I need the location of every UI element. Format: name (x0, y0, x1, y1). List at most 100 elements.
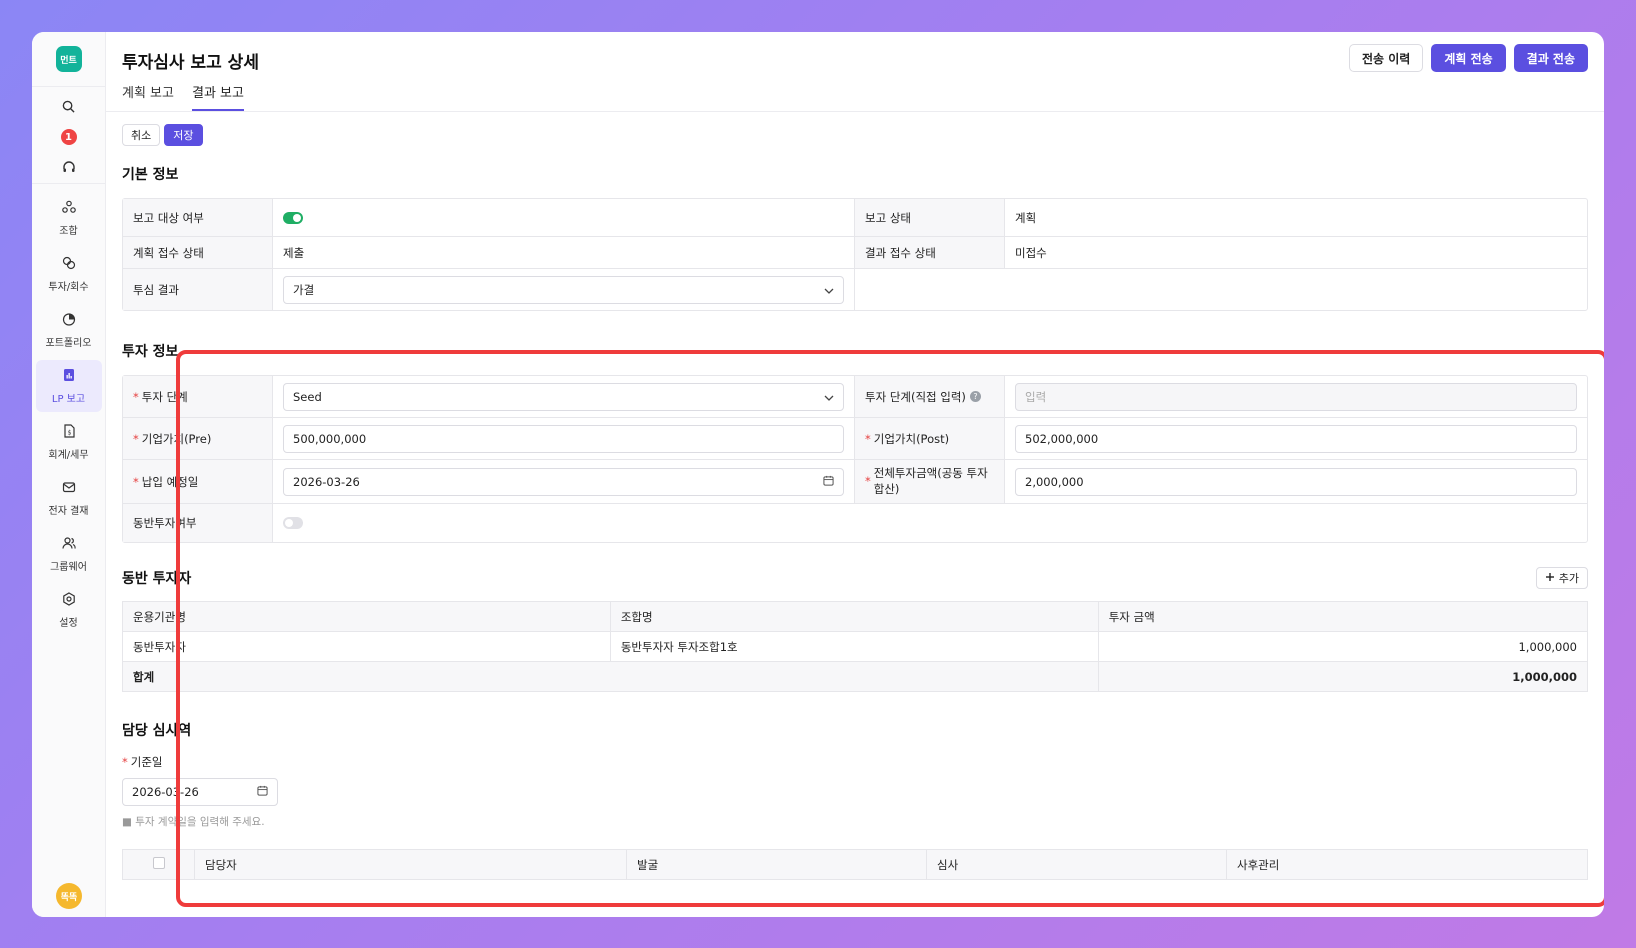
sidebar-item-lp-report[interactable]: LP 보고 (35, 360, 102, 412)
sidebar-item-label: 그룹웨어 (50, 561, 87, 573)
payment-date-label: * 납입 예정일 (123, 460, 273, 504)
tab-result-report[interactable]: 결과 보고 (191, 82, 244, 111)
report-target-toggle[interactable] (283, 211, 303, 224)
add-co-investor-button[interactable]: 추가 (1535, 567, 1588, 589)
cell-amount: 1,000,000 (1097, 631, 1589, 662)
total-amount: 1,000,000 (1097, 661, 1589, 692)
total-amount-label: * 전체투자금액(공동 투자 합산) (855, 460, 1005, 504)
stage-cell: Seed (273, 376, 855, 418)
calendar-icon[interactable] (823, 475, 834, 489)
sidebar-item-investment[interactable]: 투자/회수 (36, 248, 102, 300)
table-row[interactable]: 동반투자자 동반투자자 투자조합1호 1,000,000 (122, 631, 1589, 662)
post-value-label: * 기업가치(Post) (855, 418, 1005, 460)
app-window: 먼트 1 조합 투자/회수 포트폴리오 LP 보고 $ 회계/세무 전자 결재 … (32, 32, 1604, 917)
search-icon[interactable] (60, 97, 78, 115)
mail-icon (62, 480, 76, 497)
select-all-checkbox[interactable] (152, 857, 165, 869)
report-icon (62, 368, 76, 385)
plus-icon (1545, 572, 1555, 585)
reviewers-title: 담당 심사역 (122, 723, 192, 739)
headset-icon[interactable] (60, 159, 78, 177)
report-target-cell (273, 199, 855, 237)
pie-chart-icon (62, 312, 76, 329)
table-header-row: 담당자 발굴 심사 사후관리 (122, 849, 1588, 880)
sidebar-item-portfolio[interactable]: 포트폴리오 (36, 304, 102, 356)
payment-date-input[interactable]: 2026-03-26 (283, 467, 844, 496)
sidebar-item-groupware[interactable]: 그룹웨어 (36, 528, 102, 580)
stage-value: Seed (293, 389, 322, 404)
stage-manual-label: 투자 단계(직접 입력)? (855, 376, 1005, 418)
form-toolbar: 취소 저장 (122, 124, 1588, 146)
co-investors-table: 운용기관명 조합명 투자 금액 동반투자자 동반투자자 투자조합1호 1,000… (122, 601, 1589, 692)
cell-org: 동반투자자 (122, 631, 611, 662)
column-select (122, 849, 195, 880)
co-invest-toggle[interactable] (283, 517, 303, 529)
empty-cell (855, 269, 1587, 310)
cluster-icon (61, 200, 76, 217)
sidebar-utilities: 1 (32, 86, 105, 184)
help-icon[interactable]: ? (969, 391, 981, 402)
sidebar-item-label: LP 보고 (51, 393, 86, 405)
payment-date-cell: 2026-03-26 (273, 460, 855, 504)
send-history-button[interactable]: 전송 이력 (1348, 44, 1424, 72)
co-invest-cell (273, 504, 1587, 542)
column-org: 운용기관명 (122, 601, 611, 632)
sidebar-item-fund[interactable]: 조합 (36, 192, 102, 244)
gear-icon (62, 591, 76, 609)
app-logo[interactable]: 먼트 (55, 46, 82, 72)
sidebar-item-accounting[interactable]: $ 회계/세무 (36, 416, 102, 468)
sidebar-item-label: 조합 (59, 225, 78, 237)
base-date-input[interactable]: 2026-03-26 (122, 778, 278, 806)
column-assignee: 담당자 (194, 849, 627, 880)
co-invest-label: 동반투자여부 (123, 504, 273, 542)
result-receipt-label: 결과 접수 상태 (855, 237, 1005, 269)
sidebar-item-settings[interactable]: 설정 (36, 584, 102, 636)
review-result-value: 가결 (293, 282, 315, 297)
co-investors-header: 동반 투자자 추가 (122, 567, 1588, 589)
column-review: 심사 (926, 849, 1227, 880)
calendar-icon[interactable] (257, 785, 268, 799)
stage-manual-input[interactable]: 입력 (1015, 382, 1577, 411)
column-post-management: 사후관리 (1226, 849, 1588, 880)
investment-info-form: * 투자 단계 Seed 투자 단계(직접 입력)? 입력 * 기업가치(Pre) … (122, 375, 1588, 543)
post-value-input[interactable]: 502,000,000 (1015, 424, 1577, 453)
cancel-button[interactable]: 취소 (122, 124, 161, 146)
result-receipt-value: 미접수 (1005, 237, 1587, 269)
detail-content: 취소 저장 기본 정보 보고 대상 여부 보고 상태 계획 계획 접수 상태 제… (106, 112, 1604, 880)
column-amount: 투자 금액 (1097, 601, 1589, 632)
report-status-label: 보고 상태 (855, 199, 1005, 237)
page-header: 투자심사 보고 상세 계획 보고 결과 보고 전송 이력 계획 전송 결과 전송 (106, 32, 1604, 112)
save-button[interactable]: 저장 (164, 124, 203, 146)
basic-info-title: 기본 정보 (122, 167, 179, 183)
report-target-label: 보고 대상 여부 (123, 199, 273, 237)
investment-info-title: 투자 정보 (122, 344, 179, 360)
review-result-label: 투심 결과 (123, 269, 273, 310)
stage-select[interactable]: Seed (283, 382, 844, 411)
base-date-hint: ■ 투자 계약일을 입력해 주세요. (122, 816, 265, 828)
co-investors-title: 동반 투자자 (122, 571, 192, 587)
tab-plan-report[interactable]: 계획 보고 (122, 82, 174, 111)
pre-value-cell: 500,000,000 (273, 418, 855, 460)
svg-text:$: $ (67, 429, 71, 436)
sidebar-item-approval[interactable]: 전자 결재 (36, 472, 102, 524)
sidebar-item-label: 회계/세무 (48, 449, 89, 461)
reviewers-table: 담당자 발굴 심사 사후관리 (122, 849, 1588, 880)
plan-receipt-label: 계획 접수 상태 (123, 237, 273, 269)
pre-value-input[interactable]: 500,000,000 (283, 424, 844, 453)
total-row: 합계 1,000,000 (122, 661, 1589, 692)
total-amount-input[interactable]: 2,000,000 (1015, 467, 1577, 496)
exchange-icon (62, 256, 76, 273)
main-content: 투자심사 보고 상세 계획 보고 결과 보고 전송 이력 계획 전송 결과 전송… (106, 32, 1604, 917)
base-date-label: * 기준일 (122, 755, 163, 769)
column-sourcing: 발굴 (626, 849, 927, 880)
avatar[interactable]: 똑똑 (56, 883, 82, 909)
header-actions: 전송 이력 계획 전송 결과 전송 (1348, 44, 1588, 72)
review-result-select[interactable]: 가결 (283, 275, 844, 304)
post-value-cell: 502,000,000 (1005, 418, 1587, 460)
stage-label: * 투자 단계 (123, 376, 273, 418)
send-plan-button[interactable]: 계획 전송 (1431, 44, 1506, 72)
users-icon (61, 536, 76, 553)
sidebar: 먼트 1 조합 투자/회수 포트폴리오 LP 보고 $ 회계/세무 전자 결재 … (32, 32, 106, 917)
send-result-button[interactable]: 결과 전송 (1513, 44, 1588, 72)
notification-badge[interactable]: 1 (60, 129, 77, 145)
